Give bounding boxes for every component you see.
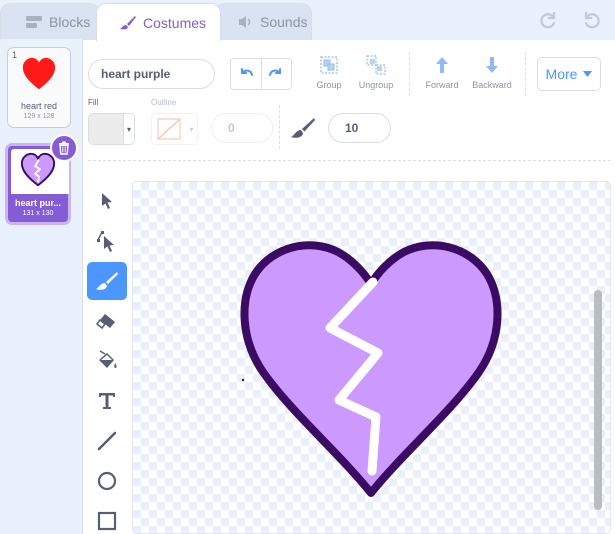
tab-sounds[interactable]: Sounds [215,3,312,40]
tab-costumes[interactable]: Costumes [96,3,221,41]
costume-name: heart red [20,101,58,111]
arrow-up-icon [436,57,448,73]
blocks-icon [25,15,43,29]
undo-redo-group [230,58,292,90]
no-color-icon [157,118,181,140]
more-label: More [545,66,578,82]
costume-name: heart pur... [14,198,61,208]
costume-number: 1 [12,50,18,60]
brush-icon [119,15,137,31]
reshape-icon [97,231,114,252]
eraser-icon [96,314,115,330]
tab-label: Costumes [143,14,207,31]
reshape-tool[interactable] [87,222,127,260]
outline-width-input: 0 [211,113,273,143]
drawing-canvas[interactable] [132,181,611,534]
fill-icon [99,350,117,368]
rectangle-tool[interactable] [87,502,127,534]
fill-color-swatch [89,114,123,144]
heart-red-thumbnail [22,57,56,90]
costume-name-input[interactable] [88,59,215,89]
forward-label: Forward [425,80,459,90]
costume-number: 2 [12,148,18,158]
speaker-icon [238,15,254,29]
canvas-scrollbar[interactable] [594,290,602,510]
rectangle-icon [97,511,117,531]
caret-down-icon [583,71,593,77]
line-icon [97,431,117,451]
circle-icon [97,471,117,491]
eraser-tool[interactable] [87,302,127,340]
tab-label: Sounds [260,14,308,30]
undo-button[interactable] [231,59,261,89]
tab-blocks[interactable]: Blocks [0,3,100,40]
text-icon [99,393,115,409]
select-tool[interactable] [87,182,127,220]
redo-top-icon[interactable] [538,8,560,36]
tab-label: Blocks [49,14,91,30]
fill-tool[interactable] [87,342,127,380]
toolbar-divider [409,52,410,96]
caret-down-icon: ▾ [189,124,194,134]
brush-icon [96,272,118,290]
ungroup-label: Ungroup [358,80,394,90]
ungroup-icon [366,55,386,75]
select-icon [102,193,112,209]
backward-button[interactable]: Backward [462,54,522,90]
fill-label: Fill [88,98,99,107]
circle-tool[interactable] [87,462,127,500]
backward-label: Backward [472,80,512,90]
trash-icon [59,141,69,155]
ungroup-button[interactable]: Ungroup [346,54,406,90]
redo-icon [269,68,282,76]
fill-color-picker[interactable]: ▾ [88,113,135,145]
brush-tool[interactable] [87,262,127,300]
costume-list: 1 heart red 129 x 128 2 heart pur... 131… [0,39,83,534]
costume-size: 131 x 130 [22,210,54,217]
costume-card-heart-red[interactable]: 1 heart red 129 x 128 [7,47,71,128]
outline-color-picker: ▾ [151,113,198,145]
outline-color-swatch [152,114,186,144]
group-icon [320,56,338,74]
toolbar-divider [525,52,526,96]
costume-size: 129 x 128 [23,113,55,120]
redo-button[interactable] [260,59,292,89]
heart-purple-drawing [240,241,502,497]
editor-tabs: Blocks Costumes Sounds [0,0,615,41]
outline-label: Outline [151,98,177,107]
undo-top-icon[interactable] [580,8,602,36]
brush-size-icon [291,118,315,138]
toolbar-divider [279,105,280,149]
text-tool[interactable] [87,382,127,420]
more-button[interactable]: More [537,57,601,91]
toolbar-separator [88,160,611,161]
heart-purple-thumbnail [20,152,56,187]
arrow-down-icon [486,57,498,73]
caret-down-icon: ▾ [123,114,134,144]
brush-size-input[interactable]: 10 [328,113,391,143]
undo-icon [240,68,253,76]
paint-editor: Group Ungroup Forward Backward More Fill… [83,40,615,534]
line-tool[interactable] [87,422,127,460]
delete-costume-button[interactable] [50,134,78,162]
group-label: Group [316,80,342,90]
